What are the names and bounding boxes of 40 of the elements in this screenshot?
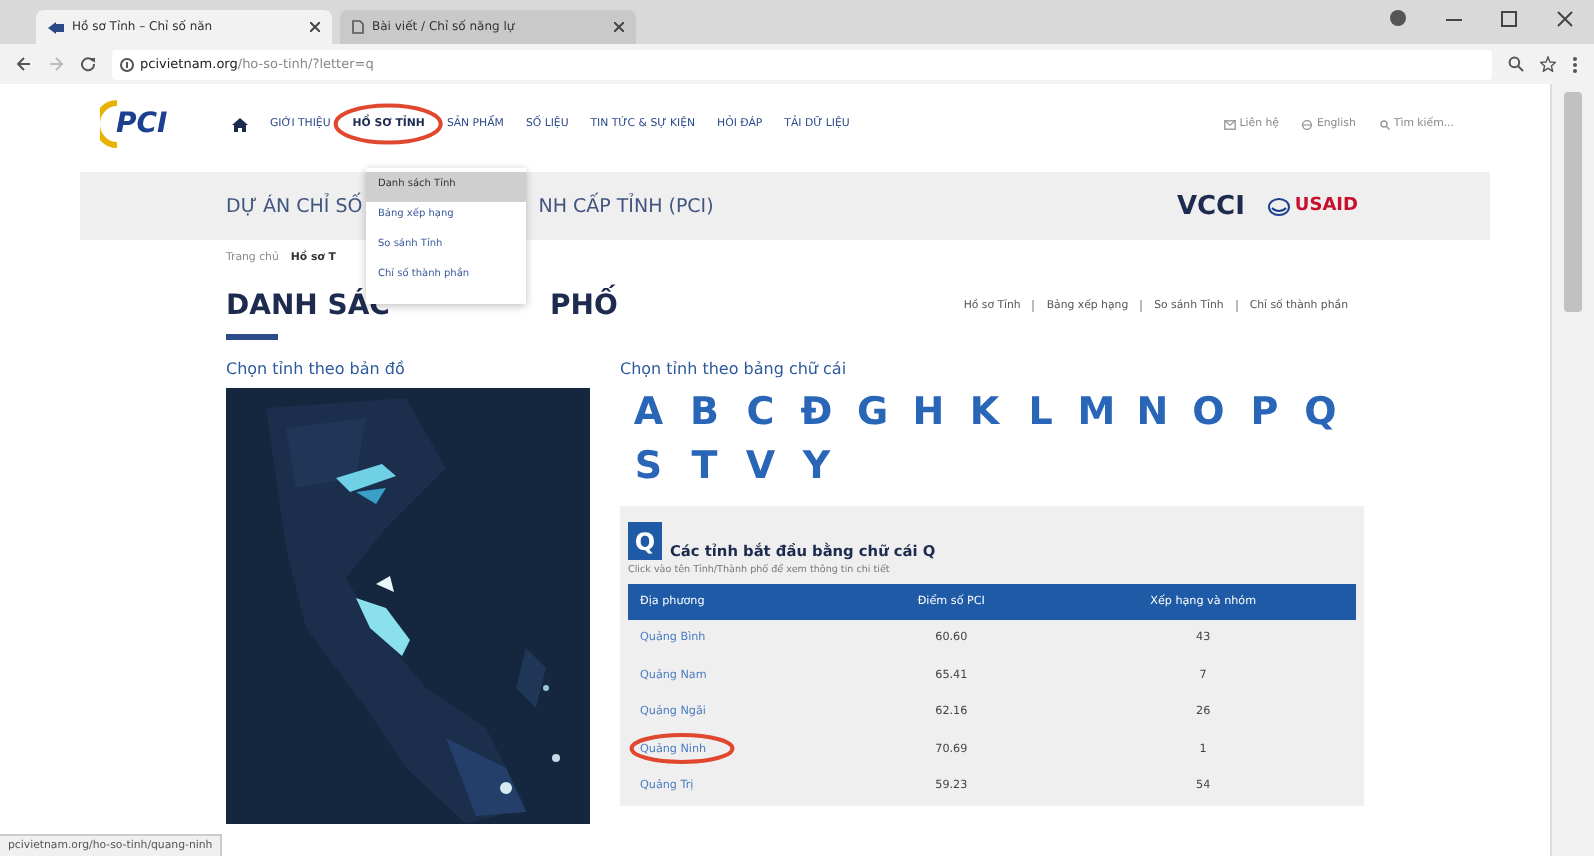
letter-link[interactable]: L	[1016, 390, 1065, 436]
reload-icon[interactable]	[80, 56, 96, 72]
banner-title: DỰ ÁN CHỈ SỐ	[226, 195, 363, 217]
home-icon[interactable]	[232, 117, 248, 131]
letter-link[interactable]: P	[1240, 390, 1289, 436]
letter-link[interactable]: M	[1072, 390, 1121, 436]
letter-link[interactable]: V	[736, 444, 785, 490]
letter-link[interactable]: K	[960, 390, 1009, 436]
partner-logo: VCCI	[1176, 191, 1245, 221]
letter-link[interactable]: Y	[792, 444, 841, 490]
search-icon	[1379, 119, 1390, 129]
letter-link[interactable]: C	[736, 390, 785, 436]
letter-link[interactable]: A	[624, 390, 673, 436]
letter-link[interactable]: H	[904, 390, 953, 436]
info-icon[interactable]	[120, 57, 134, 71]
zoom-icon[interactable]	[1508, 56, 1524, 72]
letter-link[interactable]: S	[624, 444, 673, 490]
bookmark-star-icon[interactable]	[1540, 56, 1556, 72]
section-heading: Chọn tỉnh theo bản đồ	[226, 360, 407, 378]
letter-link[interactable]: N	[1128, 390, 1177, 436]
letter-link[interactable]: G	[848, 390, 897, 436]
banner-title: NH CẤP TỈNH (PCI)	[538, 195, 714, 217]
site-logo[interactable]: PCI	[116, 108, 168, 140]
menu-icon[interactable]	[1572, 55, 1578, 73]
mail-icon	[1223, 119, 1236, 129]
letter-link[interactable]: Q	[1296, 390, 1345, 436]
close-icon[interactable]	[614, 22, 624, 32]
logo-swoosh-icon	[100, 100, 118, 148]
letter-link[interactable]: Đ	[792, 390, 841, 436]
seal-icon	[1268, 197, 1291, 215]
letter-link[interactable]: T	[680, 444, 729, 490]
site-favicon-icon	[48, 21, 64, 33]
letter-link[interactable]: O	[1184, 390, 1233, 436]
partner-logo: USAID	[1294, 196, 1358, 216]
close-icon[interactable]	[310, 22, 320, 32]
back-icon[interactable]	[16, 56, 32, 72]
letter-link[interactable]: B	[680, 390, 729, 436]
section-heading: Chọn tỉnh theo bảng chữ cái	[620, 360, 849, 378]
page-icon	[352, 20, 364, 34]
letter-badge: Q	[628, 522, 662, 560]
